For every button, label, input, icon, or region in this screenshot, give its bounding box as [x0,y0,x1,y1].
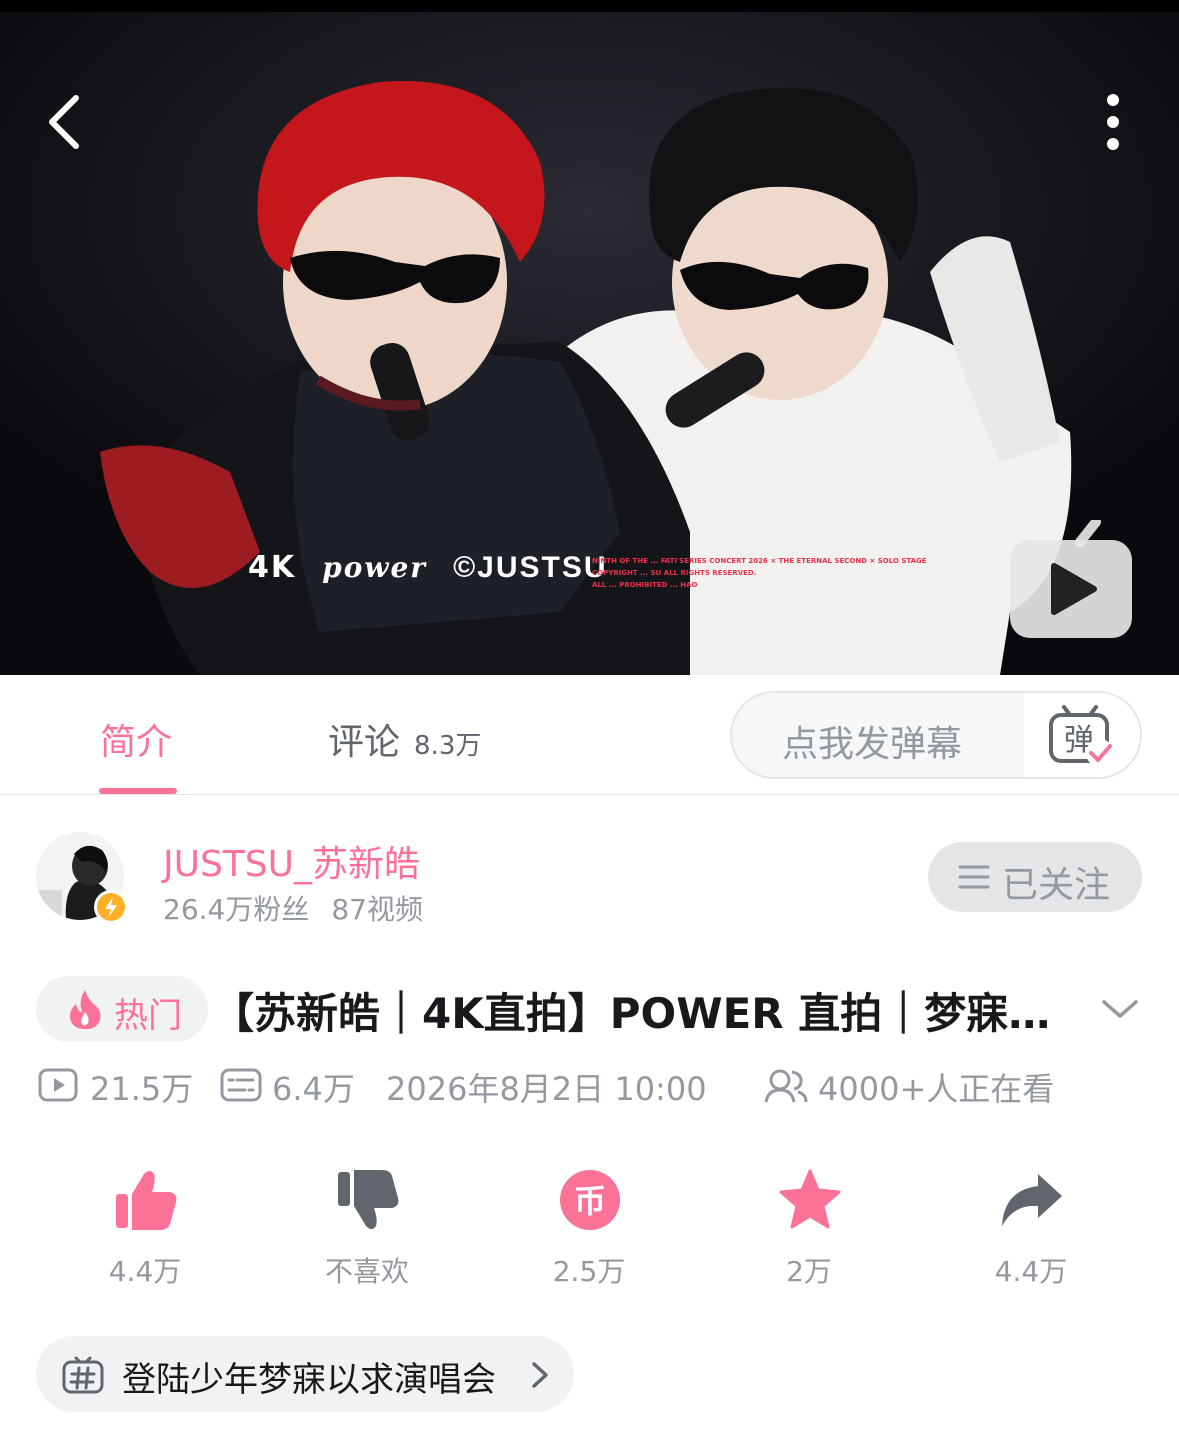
topic-hash-icon [62,1356,104,1394]
dislike-label: 不喜欢 [324,1255,409,1288]
coin-count: 2.5万 [552,1255,626,1288]
more-vertical-icon[interactable] [1090,90,1136,160]
follow-button-label: 已关注 [1002,865,1111,906]
share-count: 4.4万 [994,1255,1068,1288]
uploader-fans: 26.4万粉丝 [163,893,310,926]
coin-icon: 币 [560,1170,620,1230]
danmaku-count: 6.4万 [272,1070,355,1108]
tab-comments-label: 评论 [328,722,401,763]
like-button[interactable]: 4.4万 [70,1168,220,1288]
tab-comments[interactable]: 评论 8.3万 [328,713,481,765]
svg-text:币: 币 [574,1182,606,1220]
play-count: 21.5万 [90,1070,194,1108]
chevron-down-icon[interactable] [1098,992,1142,1026]
dislike-button[interactable]: 不喜欢 [292,1168,442,1288]
hot-tag[interactable]: 热门 [36,976,208,1042]
favorite-button[interactable]: 2万 [734,1168,884,1288]
watching-count: 4000+人正在看 [818,1070,1055,1108]
hot-tag-label: 热门 [114,996,182,1036]
video-watermark: 4K power ©JUSTSU [248,550,608,585]
like-count: 4.4万 [108,1255,182,1288]
share-button[interactable]: 4.4万 [956,1168,1106,1288]
uploader-videos: 87视频 [331,893,423,926]
danmaku-bar: 点我发弹幕 弹 [730,691,1142,779]
video-player[interactable]: 4K power ©JUSTSU NINTH OF THE ... FATI'SER… [0,12,1179,675]
menu-lines-icon [958,865,990,889]
back-arrow-icon[interactable] [36,82,96,162]
video-watermark-credits: NINTH OF THE ... FATI'SERIES CONCERT 202… [592,557,927,589]
play-tv-icon[interactable] [1008,517,1136,642]
tab-bar: 简介 评论 8.3万 点我发弹幕 弹 [0,675,1179,795]
favorite-count: 2万 [786,1255,832,1288]
danmaku-toggle-icon: 弹 [1049,705,1114,767]
tab-comments-count: 8.3万 [414,731,482,761]
fire-icon [69,990,101,1030]
danmaku-placeholder: 点我发弹幕 [782,724,963,765]
thumbs-up-icon [116,1171,177,1230]
danmaku-input[interactable]: 点我发弹幕 [732,693,1024,777]
share-arrow-icon [1002,1174,1062,1226]
danmaku-toggle-button[interactable]: 弹 [1024,693,1140,777]
follow-button[interactable]: 已关注 [928,842,1142,912]
active-tab-indicator [99,788,177,794]
coin-button[interactable]: 币 2.5万 [514,1168,664,1288]
topic-label: 登陆少年梦寐以求演唱会 [122,1360,496,1400]
uploader-name[interactable]: JUSTSU_苏新皓 [163,835,420,887]
uploader-stats: 26.4万粉丝 87视频 [163,888,423,928]
viewers-icon [764,1069,808,1103]
thumbs-down-icon [338,1170,399,1229]
chevron-right-icon [532,1362,548,1388]
video-title: 【苏新皓｜4K直拍】POWER 直拍｜梦寐以求演唱会 [212,989,1062,1038]
topic-chip[interactable]: 登陆少年梦寐以求演唱会 [36,1336,574,1412]
verified-badge-icon [94,890,128,924]
tab-intro[interactable]: 简介 [100,713,172,765]
video-meta: 21.5万 6.4万 2026年8月2日 10:00 4000+人正在看 [38,1064,1158,1108]
publish-time: 2026年8月2日 10:00 [386,1070,707,1108]
play-count-icon [38,1068,78,1102]
danmaku-count-icon [220,1068,262,1102]
star-icon [779,1169,841,1229]
status-bar-strip [0,0,1179,12]
